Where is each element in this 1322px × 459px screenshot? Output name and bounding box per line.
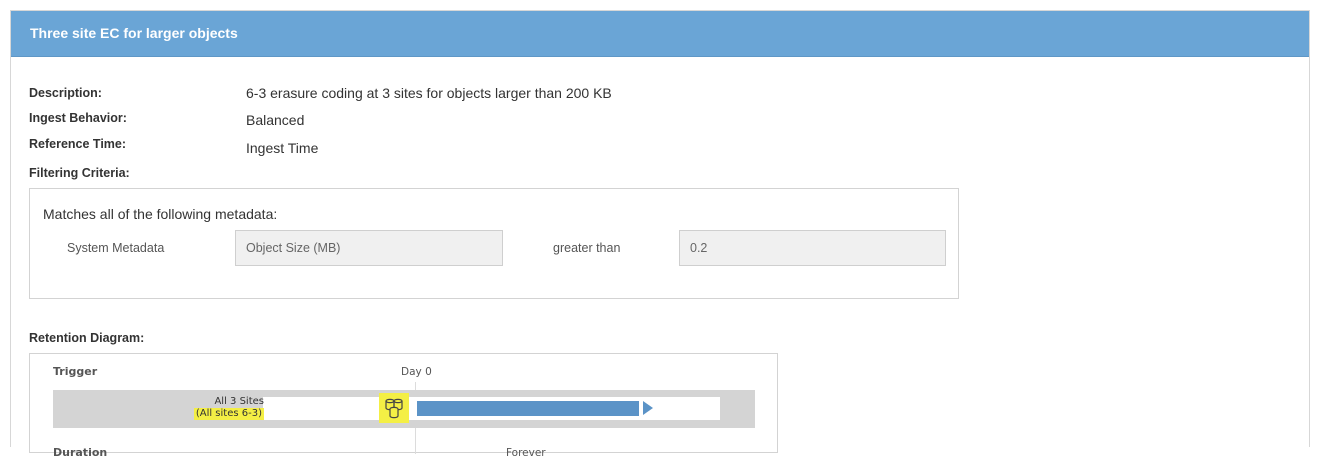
metadata-type-text: System Metadata <box>67 241 165 255</box>
reference-time-value: Ingest Time <box>246 140 319 156</box>
day-zero-label: Day 0 <box>401 366 432 378</box>
filter-criteria-box: Matches all of the following metadata: S… <box>29 188 959 299</box>
description-value: 6-3 erasure coding at 3 sites for object… <box>246 85 612 101</box>
site-label: All 3 Sites (All sites 6-3) <box>193 396 264 420</box>
retention-duration-bar[interactable] <box>417 401 639 416</box>
forever-arrow-icon <box>643 401 653 415</box>
retention-diagram: Trigger Day 0 All 3 Sites (All sites 6-3… <box>29 353 778 459</box>
metadata-field-box: Object Size (MB) <box>235 230 503 266</box>
panel-title: Three site EC for larger objects <box>30 25 238 41</box>
reference-time-label: Reference Time: <box>29 137 127 151</box>
ingest-behavior-value: Balanced <box>246 112 305 128</box>
retention-diagram-label: Retention Diagram: <box>29 331 145 345</box>
ingest-behavior-label: Ingest Behavior: <box>29 111 127 125</box>
trigger-label: Trigger <box>53 365 98 378</box>
metadata-value-box: 0.2 <box>679 230 946 266</box>
forever-label: Forever <box>506 447 546 459</box>
filtering-criteria-label: Filtering Criteria: <box>29 166 130 180</box>
site-name: All 3 Sites <box>214 396 264 407</box>
site-profile: (All sites 6-3) <box>193 408 264 420</box>
storage-pool-icon[interactable] <box>379 393 409 423</box>
description-label: Description: <box>29 86 102 100</box>
panel-header: Three site EC for larger objects <box>11 11 1309 57</box>
retention-track: All 3 Sites (All sites 6-3) <box>53 390 755 428</box>
duration-label: Duration <box>53 446 108 459</box>
operator-text: greater than <box>553 241 621 255</box>
ilm-rule-panel: Three site EC for larger objects Descrip… <box>10 10 1310 459</box>
filter-intro-text: Matches all of the following metadata: <box>43 206 278 222</box>
